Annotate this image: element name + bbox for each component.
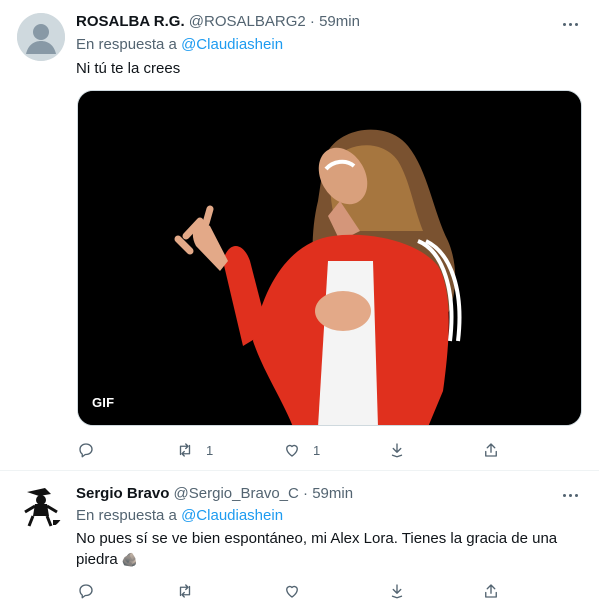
reply-button[interactable]: [77, 440, 95, 460]
upload-button[interactable]: [482, 440, 500, 460]
cartoon-avatar-icon: [17, 482, 65, 530]
share-button[interactable]: [388, 581, 406, 601]
avatar[interactable]: [17, 482, 65, 530]
tweet-time[interactable]: 59min: [312, 485, 353, 502]
tweet-actions: [77, 581, 507, 601]
default-avatar-icon: [17, 13, 65, 61]
reply-icon: [79, 443, 93, 458]
rock-emoji: 🪨: [121, 552, 139, 567]
upload-button[interactable]: [482, 581, 500, 601]
more-options-button[interactable]: [559, 485, 581, 505]
gif-media[interactable]: GIF: [77, 90, 582, 426]
author-name[interactable]: ROSALBA R.G.: [76, 13, 185, 30]
like-button[interactable]: [283, 581, 301, 601]
separator-dot: ·: [309, 13, 315, 30]
more-options-button[interactable]: [559, 14, 581, 34]
reply-prefix: En respuesta a: [76, 507, 177, 524]
retweet-icon: [179, 443, 191, 457]
like-icon: [286, 585, 298, 598]
reply-context: En respuesta a @Claudiashein: [76, 506, 283, 526]
retweet-button[interactable]: 1: [176, 440, 213, 460]
tweet-header: ROSALBA R.G. @ROSALBARG2 · 59min: [76, 12, 539, 32]
upload-icon: [485, 584, 497, 598]
author-name[interactable]: Sergio Bravo: [76, 485, 169, 502]
download-arrow-icon: [391, 584, 403, 599]
like-count: 1: [313, 442, 321, 458]
reply-mention-link[interactable]: @Claudiashein: [181, 36, 283, 53]
more-icon: [562, 22, 578, 26]
more-icon: [562, 493, 578, 497]
reply-button[interactable]: [77, 581, 95, 601]
author-handle[interactable]: @Sergio_Bravo_C: [174, 485, 299, 502]
tweet-time[interactable]: 59min: [319, 13, 360, 30]
author-handle[interactable]: @ROSALBARG2: [189, 13, 306, 30]
reply-prefix: En respuesta a: [76, 36, 177, 53]
reply-icon: [79, 584, 93, 599]
tweet-text-body: No pues sí se ve bien espontáneo, mi Ale…: [76, 530, 558, 568]
separator-dot: ·: [303, 485, 309, 502]
reply-mention-link[interactable]: @Claudiashein: [181, 507, 283, 524]
tweet-actions: 1 1: [77, 440, 507, 460]
retweet-count: 1: [206, 442, 214, 458]
upload-icon: [485, 443, 497, 457]
gif-badge: GIF: [92, 395, 115, 410]
tweet-text: Ni tú te la crees: [76, 60, 181, 77]
like-icon: [286, 444, 298, 457]
reply-context: En respuesta a @Claudiashein: [76, 35, 283, 55]
download-arrow-icon: [391, 443, 403, 458]
like-button[interactable]: 1: [283, 440, 320, 460]
gif-image: [78, 91, 581, 425]
retweet-icon: [179, 584, 191, 598]
tweet-text: No pues sí se ve bien espontáneo, mi Ale…: [76, 528, 559, 570]
avatar[interactable]: [17, 13, 65, 61]
retweet-button[interactable]: [176, 581, 194, 601]
tweet-header: Sergio Bravo @Sergio_Bravo_C · 59min: [76, 484, 539, 504]
tweet[interactable]: ROSALBA R.G. @ROSALBARG2 · 59min En resp…: [0, 0, 599, 471]
share-button[interactable]: [388, 440, 406, 460]
tweet[interactable]: Sergio Bravo @Sergio_Bravo_C · 59min En …: [0, 471, 599, 612]
